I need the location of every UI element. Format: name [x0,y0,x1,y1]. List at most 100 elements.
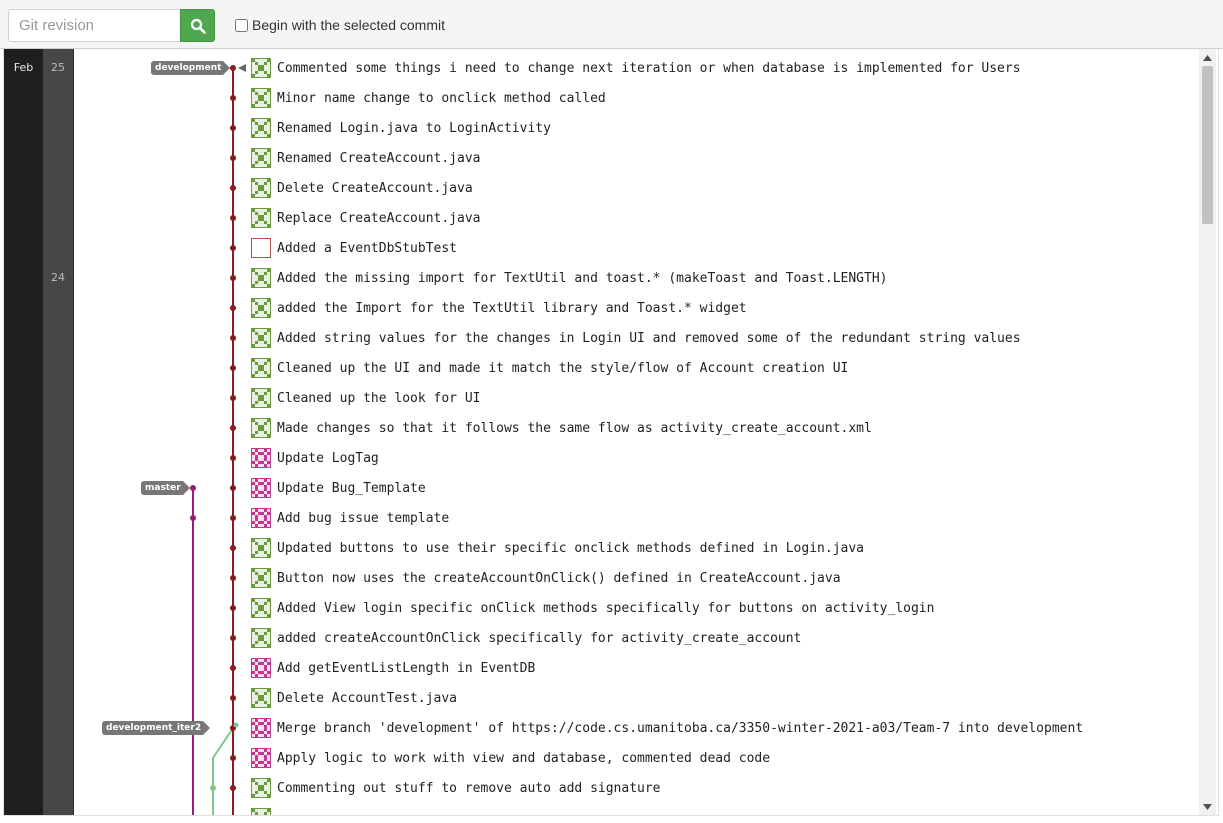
commit-dot [230,455,236,461]
commit-dot [230,485,236,491]
commit-row[interactable]: Commented some things i need to change n… [251,53,1198,83]
author-avatar [251,118,271,138]
commit-message: added createAccountOnClick specifically … [277,630,802,646]
commit-row[interactable]: Renamed Login.java to LoginActivity [251,113,1198,143]
begin-with-selected-commit-checkbox[interactable] [235,18,248,32]
commit-dot [230,185,236,191]
commit-dot [230,545,236,551]
commit-message: Added the missing import for TextUtil an… [277,270,888,286]
commit-dot [230,395,236,401]
commit-row[interactable]: Added a EventDbStubTest [251,233,1198,263]
commit-row[interactable]: Updated buttons to use their specific on… [251,533,1198,563]
commit-row[interactable] [251,803,1198,815]
author-avatar [251,148,271,168]
author-avatar [251,328,271,348]
master-commit-dot [190,485,196,491]
commit-row[interactable]: added the Import for the TextUtil librar… [251,293,1198,323]
commit-dot [230,155,236,161]
commit-dot [230,275,236,281]
author-avatar [251,268,271,288]
commit-dot [230,65,236,71]
commit-dot [230,125,236,131]
author-avatar [251,538,271,558]
commit-dot [230,515,236,521]
ref-label-development-iter2[interactable]: development_iter2 [102,721,211,735]
vertical-scrollbar[interactable] [1199,49,1216,815]
commit-message: Apply logic to work with view and databa… [277,750,771,766]
commit-message: Merge branch 'development' of https://co… [277,720,1084,736]
commit-row[interactable]: Delete AccountTest.java [251,683,1198,713]
commit-dot [230,365,236,371]
author-avatar [251,598,271,618]
commit-row[interactable]: Renamed CreateAccount.java [251,143,1198,173]
commit-message: Add getEventListLength in EventDB [277,660,536,676]
commit-message: Button now uses the createAccountOnClick… [277,570,841,586]
commit-row[interactable]: added createAccountOnClick specifically … [251,623,1198,653]
author-avatar [251,808,271,815]
author-avatar [251,88,271,108]
commit-row[interactable]: Minor name change to onclick method call… [251,83,1198,113]
commit-message: Added string values for the changes in L… [277,330,1021,346]
commit-row[interactable]: Merge branch 'development' of https://co… [251,713,1198,743]
commit-row[interactable]: Made changes so that it follows the same… [251,413,1198,443]
author-avatar [251,718,271,738]
iter2-merge-dot [233,722,239,728]
author-avatar [251,238,271,258]
commit-message: Added View login specific onClick method… [277,600,935,616]
commit-row[interactable]: Add getEventListLength in EventDB [251,653,1198,683]
author-avatar [251,358,271,378]
commit-row[interactable]: Button now uses the createAccountOnClick… [251,563,1198,593]
author-avatar [251,478,271,498]
begin-with-selected-commit[interactable]: Begin with the selected commit [235,17,445,33]
toolbar: Begin with the selected commit [0,0,1223,49]
commit-row[interactable]: Delete CreateAccount.java [251,173,1198,203]
commit-dot [230,335,236,341]
commit-message: Updated buttons to use their specific on… [277,540,864,556]
scroll-up-arrow-icon[interactable] [1199,49,1216,66]
commit-message: Minor name change to onclick method call… [277,90,606,106]
commit-message: Renamed Login.java to LoginActivity [277,120,551,136]
author-avatar [251,178,271,198]
author-avatar [251,298,271,318]
commit-row[interactable]: Apply logic to work with view and databa… [251,743,1198,773]
commit-row[interactable]: Add bug issue template [251,503,1198,533]
scroll-down-arrow-icon[interactable] [1199,798,1216,815]
author-avatar [251,418,271,438]
commit-row[interactable]: Added string values for the changes in L… [251,323,1198,353]
commit-message: Commented some things i need to change n… [277,60,1021,76]
commit-row[interactable]: Cleaned up the UI and made it match the … [251,353,1198,383]
ref-label-master[interactable]: master [141,481,190,495]
commit-dot [230,575,236,581]
author-avatar [251,568,271,588]
begin-with-selected-commit-label: Begin with the selected commit [252,17,445,33]
commit-message: Cleaned up the UI and made it match the … [277,360,849,376]
search-button[interactable] [180,9,215,42]
git-revision-input[interactable] [8,9,179,42]
commit-message: Cleaned up the look for UI [277,390,481,406]
commit-dot [230,635,236,641]
commit-row[interactable]: Cleaned up the look for UI [251,383,1198,413]
commit-message: Added a EventDbStubTest [277,240,458,256]
author-avatar [251,58,271,78]
commit-row[interactable]: Update LogTag [251,443,1198,473]
iter2-commit-dot [210,785,216,791]
commit-dot [230,425,236,431]
commit-row[interactable]: Added View login specific onClick method… [251,593,1198,623]
commit-row[interactable]: Replace CreateAccount.java [251,203,1198,233]
author-avatar [251,748,271,768]
development-iter2-lane-line [212,727,234,815]
author-avatar [251,448,271,468]
author-avatar [251,628,271,648]
commit-message: Update Bug_Template [277,480,426,496]
commit-dot [230,755,236,761]
commit-dot [230,245,236,251]
commit-row[interactable]: Added the missing import for TextUtil an… [251,263,1198,293]
ref-label-development[interactable]: development [151,61,231,75]
commit-message: Delete CreateAccount.java [277,180,473,196]
author-avatar [251,688,271,708]
commit-row[interactable]: Update Bug_Template [251,473,1198,503]
commit-dot [230,695,236,701]
master-commit-dot [190,515,196,521]
scrollbar-thumb[interactable] [1202,66,1213,224]
commit-row[interactable]: Commenting out stuff to remove auto add … [251,773,1198,803]
